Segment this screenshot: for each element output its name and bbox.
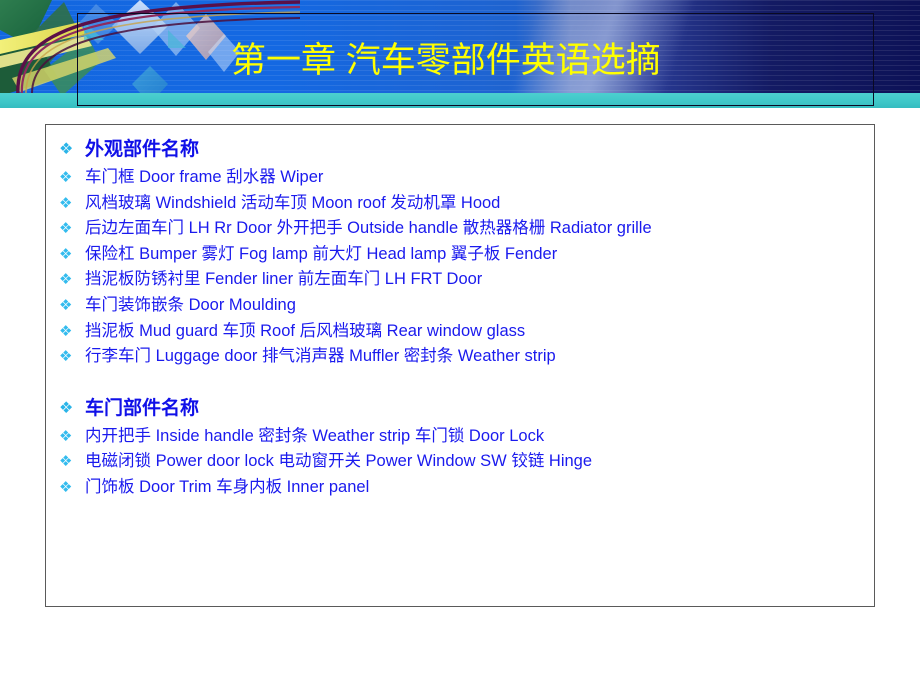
list-item-label: 电磁闭锁 Power door lock 电动窗开关 Power Window …: [85, 452, 593, 471]
section-heading-exterior-parts: ❖ 外观部件名称: [46, 135, 874, 165]
list-item: ❖ 保险杠 Bumper 雾灯 Fog lamp 前大灯 Head lamp 翼…: [46, 242, 874, 268]
diamond-cluster-bullet-icon: ❖: [59, 245, 73, 263]
list-item-label: 门饰板 Door Trim 车身内板 Inner panel: [85, 477, 370, 496]
slide-canvas: 第一章 汽车零部件英语选摘 ❖ 外观部件名称 ❖ 车门框 Door frame …: [0, 0, 920, 690]
list-item-label: 后边左面车门 LH Rr Door 外开把手 Outside handle 散热…: [85, 219, 652, 238]
list-item-label: 内开把手 Inside handle 密封条 Weather strip 车门锁…: [85, 426, 545, 445]
list-item: ❖ 电磁闭锁 Power door lock 电动窗开关 Power Windo…: [46, 449, 874, 475]
diamond-cluster-bullet-icon: ❖: [59, 169, 73, 186]
diamond-cluster-bullet-icon: ❖: [59, 194, 73, 212]
diamond-cluster-bullet-icon: ❖: [59, 296, 73, 314]
slide-header-banner: 第一章 汽车零部件英语选摘: [0, 0, 920, 108]
section-heading-label: 车门部件名称: [85, 397, 200, 419]
list-item-label: 车门装饰嵌条 Door Moulding: [85, 295, 296, 314]
section-spacer: [46, 370, 874, 394]
list-item-label: 行李车门 Luggage door 排气消声器 Muffler 密封条 Weat…: [85, 347, 556, 366]
list-item: ❖ 挡泥板 Mud guard 车顶 Roof 后风档玻璃 Rear windo…: [46, 319, 874, 345]
list-item-label: 车门框 Door frame 刮水器 Wiper: [85, 168, 324, 186]
diamond-cluster-bullet-icon: ❖: [59, 348, 73, 366]
list-item: ❖ 挡泥板防锈衬里 Fender liner 前左面车门 LH FRT Door: [46, 267, 874, 293]
list-item-label: 挡泥板防锈衬里 Fender liner 前左面车门 LH FRT Door: [85, 270, 483, 289]
list-item: ❖ 后边左面车门 LH Rr Door 外开把手 Outside handle …: [46, 216, 874, 242]
parts-vocabulary-list: ❖ 外观部件名称 ❖ 车门框 Door frame 刮水器 Wiper ❖ 风档…: [46, 135, 874, 501]
diamond-cluster-bullet-icon: ❖: [59, 141, 74, 158]
list-item: ❖ 行李车门 Luggage door 排气消声器 Muffler 密封条 We…: [46, 344, 874, 370]
diamond-cluster-bullet-icon: ❖: [59, 399, 74, 417]
section-heading-door-parts: ❖ 车门部件名称: [46, 394, 874, 424]
list-item-label: 风档玻璃 Windshield 活动车顶 Moon roof 发动机罩 Hood: [85, 193, 501, 212]
list-item: ❖ 车门框 Door frame 刮水器 Wiper: [46, 165, 874, 191]
diamond-cluster-bullet-icon: ❖: [59, 322, 73, 340]
list-item-label: 挡泥板 Mud guard 车顶 Roof 后风档玻璃 Rear window …: [85, 321, 526, 340]
list-item-label: 保险杠 Bumper 雾灯 Fog lamp 前大灯 Head lamp 翼子板…: [85, 244, 558, 263]
list-item: ❖ 门饰板 Door Trim 车身内板 Inner panel: [46, 475, 874, 501]
diamond-cluster-bullet-icon: ❖: [59, 453, 73, 471]
list-item: ❖ 车门装饰嵌条 Door Moulding: [46, 293, 874, 319]
section-heading-label: 外观部件名称: [85, 139, 200, 160]
slide-title: 第一章 汽车零部件英语选摘: [231, 41, 661, 80]
list-item: ❖ 风档玻璃 Windshield 活动车顶 Moon roof 发动机罩 Ho…: [46, 191, 874, 217]
list-item: ❖ 内开把手 Inside handle 密封条 Weather strip 车…: [46, 424, 874, 450]
diamond-cluster-bullet-icon: ❖: [59, 427, 73, 445]
content-text-box: ❖ 外观部件名称 ❖ 车门框 Door frame 刮水器 Wiper ❖ 风档…: [45, 124, 875, 607]
diamond-cluster-bullet-icon: ❖: [59, 478, 73, 496]
diamond-cluster-bullet-icon: ❖: [59, 271, 73, 289]
diamond-cluster-bullet-icon: ❖: [59, 220, 73, 238]
